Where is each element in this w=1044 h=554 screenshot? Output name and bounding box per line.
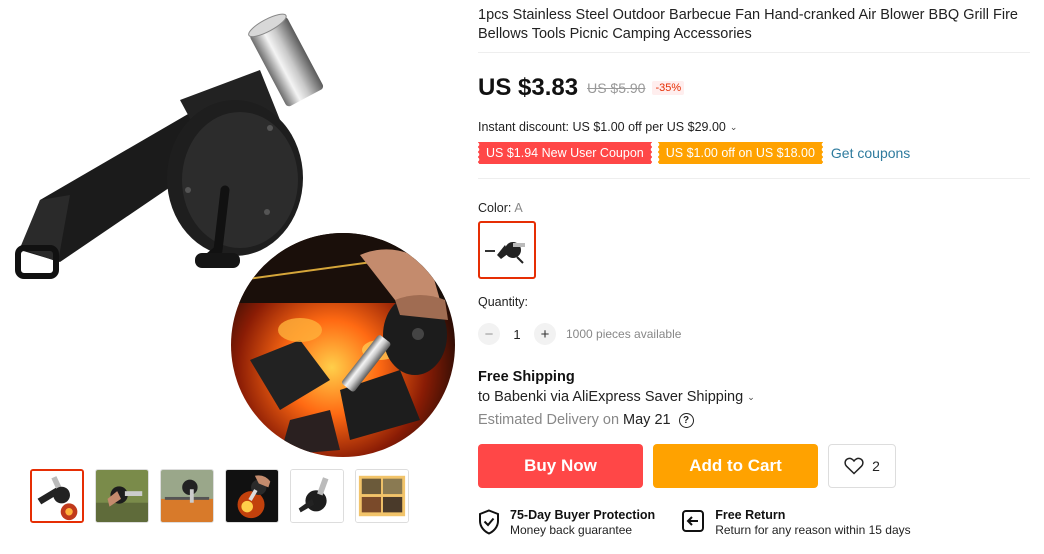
- store-coupon[interactable]: US $1.00 off on US $18.00: [656, 142, 823, 164]
- free-return: Free Return Return for any reason within…: [681, 508, 911, 537]
- color-value: A: [514, 201, 523, 215]
- guarantees: 75-Day Buyer Protection Money back guara…: [478, 508, 1030, 537]
- chevron-down-icon: ⌄: [729, 121, 738, 132]
- wishlist-button[interactable]: 2: [828, 444, 896, 488]
- thumbnail-strip: [30, 469, 409, 523]
- quantity-input[interactable]: 1: [500, 327, 534, 342]
- thumbnail-6[interactable]: [355, 469, 409, 523]
- coupon-row: US $1.94 New User Coupon US $1.00 off on…: [477, 142, 1030, 179]
- shipping-method-text: to Babenki via AliExpress Saver Shipping: [478, 389, 744, 405]
- free-return-subtitle: Return for any reason within 15 days: [715, 523, 911, 537]
- thumbnail-5[interactable]: [290, 469, 344, 523]
- shipping-title: Free Shipping: [478, 369, 575, 385]
- quantity-label: Quantity:: [478, 295, 529, 309]
- original-price: US $5.90: [587, 80, 646, 96]
- delivery-label: Estimated Delivery on: [478, 412, 620, 428]
- instant-discount[interactable]: Instant discount: US $1.00 off per US $2…: [478, 120, 1030, 134]
- color-label-text: Color:: [478, 201, 512, 215]
- stock-available: 1000 pieces available: [566, 327, 682, 341]
- shield-check-icon: [479, 509, 499, 535]
- thumbnail-4[interactable]: [225, 469, 279, 523]
- color-label: Color: A: [478, 201, 1030, 215]
- main-product-image[interactable]: [0, 0, 460, 458]
- new-user-coupon[interactable]: US $1.94 New User Coupon: [477, 142, 652, 164]
- plus-icon[interactable]: +: [534, 323, 556, 345]
- question-mark-icon[interactable]: ?: [678, 412, 694, 428]
- quantity-stepper: − 1 + 1000 pieces available: [478, 323, 1030, 345]
- product-details: 1pcs Stainless Steel Outdoor Barbecue Fa…: [477, 0, 1030, 537]
- estimated-delivery: Estimated Delivery on May 21 ?: [478, 412, 1030, 428]
- return-box-icon: [682, 510, 705, 532]
- get-coupons-link[interactable]: Get coupons: [831, 145, 910, 161]
- buy-now-button[interactable]: Buy Now: [478, 444, 643, 488]
- instant-discount-text: Instant discount: US $1.00 off per US $2…: [478, 120, 726, 134]
- thumbnail-2[interactable]: [95, 469, 149, 523]
- action-buttons: Buy Now Add to Cart 2: [478, 444, 1030, 488]
- free-return-title: Free Return: [715, 508, 786, 522]
- discount-badge: -35%: [652, 81, 685, 95]
- minus-icon[interactable]: −: [478, 323, 500, 345]
- shipping-method[interactable]: to Babenki via AliExpress Saver Shipping…: [478, 389, 1030, 405]
- buyer-protection: 75-Day Buyer Protection Money back guara…: [478, 508, 655, 537]
- current-price: US $3.83: [478, 74, 579, 101]
- product-gallery: [0, 0, 460, 554]
- color-swatch-a[interactable]: [478, 221, 536, 279]
- buyer-protection-subtitle: Money back guarantee: [510, 523, 633, 537]
- chevron-down-icon: ⌄: [747, 391, 755, 402]
- product-title: 1pcs Stainless Steel Outdoor Barbecue Fa…: [478, 6, 1030, 53]
- delivery-date: May 21: [623, 412, 671, 428]
- wishlist-count: 2: [872, 458, 880, 474]
- buyer-protection-title: 75-Day Buyer Protection: [510, 508, 656, 522]
- heart-icon: [844, 457, 864, 475]
- thumbnail-1[interactable]: [30, 469, 84, 523]
- price-row: US $3.83 US $5.90 -35%: [478, 74, 1030, 102]
- thumbnail-3[interactable]: [160, 469, 214, 523]
- add-to-cart-button[interactable]: Add to Cart: [653, 444, 818, 488]
